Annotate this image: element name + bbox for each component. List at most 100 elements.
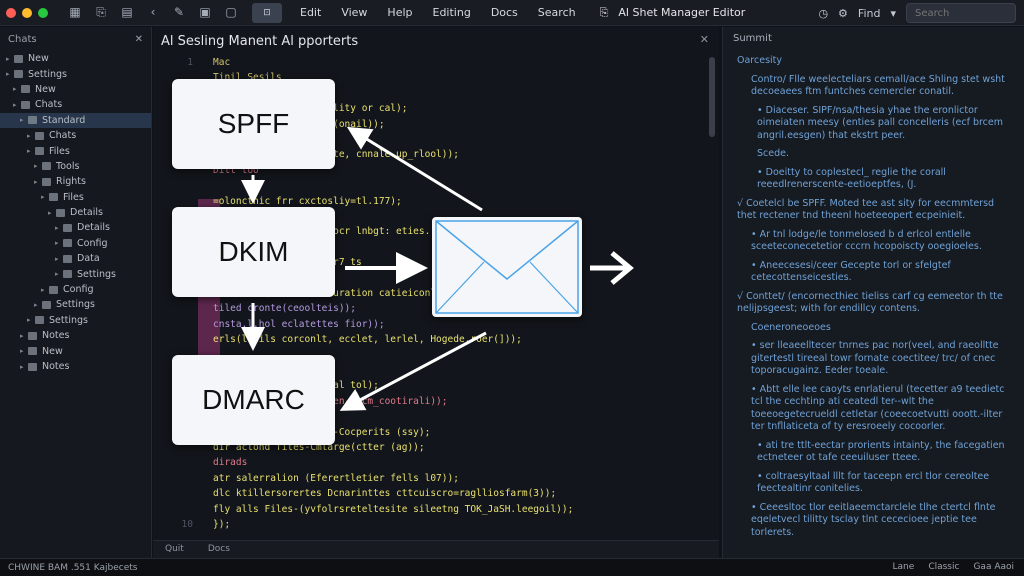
menu-view[interactable]: View xyxy=(341,6,367,19)
sidebar-item[interactable]: ▸ Standard xyxy=(0,112,151,128)
document-title: ⎘ Al Shet Manager Editor xyxy=(600,6,746,20)
sidebar-item[interactable]: ▸ Files xyxy=(0,190,151,205)
document-icon[interactable]: ▤ xyxy=(120,5,134,20)
active-view-button[interactable]: ⊡ xyxy=(252,2,282,23)
dmarc-label: DMARC xyxy=(202,384,305,415)
envelope-icon xyxy=(432,217,582,317)
sidebar-item-label: Details xyxy=(77,222,110,234)
chevron-right-icon[interactable]: ▸ xyxy=(27,147,35,155)
sidebar-item[interactable]: ▸ Settings xyxy=(0,266,151,281)
chevron-right-icon[interactable]: ▸ xyxy=(48,209,56,217)
menu-search[interactable]: Search xyxy=(538,6,576,19)
chevron-right-icon[interactable]: ▸ xyxy=(27,132,35,140)
close-icon[interactable]: ✕ xyxy=(135,34,143,45)
chevron-right-icon[interactable]: ▸ xyxy=(41,193,49,201)
bookmark-icon[interactable]: ⎘ xyxy=(94,5,108,20)
folder-icon xyxy=(14,54,23,63)
summary-panel: Summit Oarcesity Contro/ Flle weelectelia… xyxy=(722,27,1024,558)
editor-scrollbar[interactable] xyxy=(709,57,715,137)
folder-icon xyxy=(49,193,58,202)
clock-icon[interactable]: ◷ xyxy=(818,7,828,20)
chevron-right-icon[interactable]: ▸ xyxy=(55,239,63,247)
code-text: }); xyxy=(213,519,231,530)
close-window-button[interactable] xyxy=(6,7,16,18)
summary-paragraph: Contro/ Flle weelecteliars cemall/ace Sh… xyxy=(751,73,1005,98)
sidebar-item[interactable]: ▸ Tools xyxy=(0,159,151,174)
chevron-right-icon[interactable]: ▸ xyxy=(55,270,63,278)
chevron-right-icon[interactable]: ▸ xyxy=(27,316,35,324)
sidebar-item[interactable]: ▸ Notes xyxy=(0,328,151,343)
chevron-right-icon[interactable]: ▸ xyxy=(6,55,14,63)
folder-icon xyxy=(49,285,58,294)
folder-icon xyxy=(56,208,65,217)
sidebar-item[interactable]: ▸ Details xyxy=(0,205,151,220)
sidebar-item[interactable]: ▸ Chats xyxy=(0,128,151,143)
chevron-right-icon[interactable]: ▸ xyxy=(20,116,28,124)
grid-icon[interactable]: ▦ xyxy=(68,5,82,20)
sidebar-item[interactable]: ▸ Notes xyxy=(0,359,151,374)
sidebar-item[interactable]: ▸ Settings xyxy=(0,313,151,328)
sidebar-item[interactable]: ▸ New xyxy=(0,51,151,66)
file-tree: ▸ New ▸ Settings ▸ New ▸ Chats ▸ Standard ▸ Chats ▸ F… xyxy=(0,51,151,374)
menu-help[interactable]: Help xyxy=(387,6,412,19)
chevron-right-icon[interactable]: ▸ xyxy=(13,101,21,109)
sidebar-item[interactable]: ▸ New xyxy=(0,343,151,358)
tab-docs[interactable]: Docs xyxy=(196,541,242,558)
image-icon[interactable]: ▣ xyxy=(198,5,212,20)
chevron-right-icon[interactable]: ▸ xyxy=(55,224,63,232)
chevron-right-icon[interactable]: ▸ xyxy=(34,178,42,186)
search-input[interactable] xyxy=(906,3,1016,23)
chevron-right-icon[interactable]: ▸ xyxy=(55,255,63,263)
sidebar-item-label: New xyxy=(35,83,56,95)
summary-paragraph: • Doeitty to coplestecl_ reglie the cora… xyxy=(757,166,946,191)
sidebar-title: Chats xyxy=(8,33,37,45)
chevron-right-icon[interactable]: ▸ xyxy=(20,347,28,355)
status-classic[interactable]: Classic xyxy=(928,562,959,572)
summary-paragraph: Coeneroneoeoes xyxy=(751,321,831,333)
sidebar-item[interactable]: ▸ Settings xyxy=(0,297,151,312)
sidebar-item[interactable]: ▸ Settings xyxy=(0,66,151,81)
summary-paragraph: √ Conttet/ (encornecthiec tieliss carf c… xyxy=(737,290,1003,315)
chevron-right-icon[interactable]: ▸ xyxy=(34,162,42,170)
chevron-right-icon[interactable]: ▸ xyxy=(20,332,28,340)
sidebar-item[interactable]: ▸ Chats xyxy=(0,97,151,112)
maximize-window-button[interactable] xyxy=(38,7,48,18)
sidebar-item-label: Settings xyxy=(77,268,116,280)
folder-icon xyxy=(28,331,37,340)
sidebar-item-label: Settings xyxy=(49,314,88,326)
menu-editing[interactable]: Editing xyxy=(433,6,471,19)
chevron-right-icon[interactable]: ▸ xyxy=(34,301,42,309)
chevron-right-icon[interactable]: ▸ xyxy=(41,286,49,294)
folder-icon xyxy=(21,85,30,94)
close-icon[interactable]: ✕ xyxy=(700,33,709,46)
sidebar-item[interactable]: ▸ Config xyxy=(0,236,151,251)
sidebar-item[interactable]: ▸ Files xyxy=(0,143,151,158)
chevron-right-icon[interactable]: ▸ xyxy=(6,70,14,78)
back-arrow-icon[interactable]: ‹ xyxy=(146,5,160,20)
tab-quit[interactable]: Quit xyxy=(153,541,196,558)
folder-icon xyxy=(63,239,72,248)
status-right: Lane Classic Gaa Aaoi xyxy=(893,562,1014,572)
minimize-window-button[interactable] xyxy=(22,7,32,18)
user-label[interactable]: Find xyxy=(858,7,881,20)
chevron-right-icon[interactable]: ▸ xyxy=(20,363,28,371)
sidebar-item[interactable]: ▸ Details xyxy=(0,220,151,235)
sidebar-item[interactable]: ▸ Data xyxy=(0,251,151,266)
line-number: 10 xyxy=(181,519,193,530)
sidebar-item[interactable]: ▸ Rights xyxy=(0,174,151,189)
code-text: =oloncthic frr cxctosliy=tl.177); xyxy=(213,195,402,207)
settings-icon[interactable]: ⚙ xyxy=(838,7,848,20)
sidebar-item-label: New xyxy=(42,345,63,357)
folder-icon[interactable]: ▢ xyxy=(224,5,238,20)
menu-edit[interactable]: Edit xyxy=(300,6,321,19)
status-gaa[interactable]: Gaa Aaoi xyxy=(973,562,1014,572)
document-title-text: Al Shet Manager Editor xyxy=(618,6,746,19)
chevron-right-icon[interactable]: ▸ xyxy=(13,85,21,93)
menu-docs[interactable]: Docs xyxy=(491,6,518,19)
status-lane[interactable]: Lane xyxy=(893,562,915,572)
edit-pencil-icon[interactable]: ✎ xyxy=(172,5,186,20)
chevron-down-icon[interactable]: ▾ xyxy=(890,7,896,20)
sidebar-item[interactable]: ▸ Config xyxy=(0,282,151,297)
summary-paragraph: • Ar tnl lodge/le tonmelosed b d erlcol … xyxy=(751,228,982,253)
sidebar-item[interactable]: ▸ New xyxy=(0,82,151,97)
